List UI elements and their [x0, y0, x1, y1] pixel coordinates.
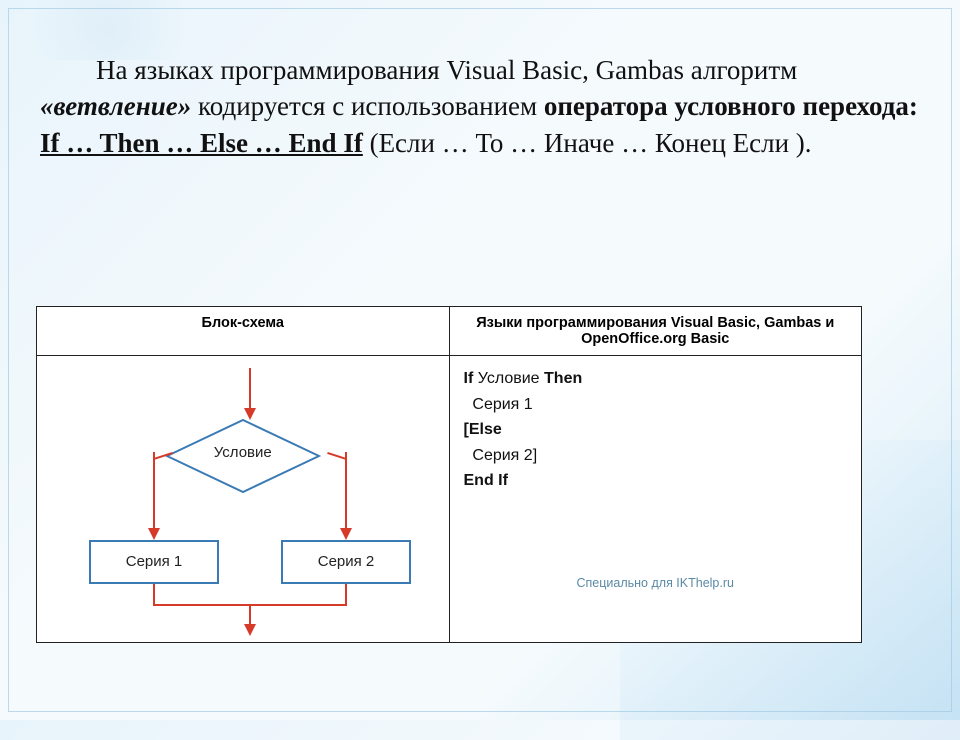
table-body-row: Условие Серия 1 Серия 2 If Условие Th — [37, 356, 862, 643]
header-languages: Языки программирования Visual Basic, Gam… — [449, 307, 862, 356]
block-series-2: Серия 2 — [281, 540, 411, 584]
paragraph: На языках программирования Visual Basic,… — [40, 52, 920, 161]
text-run-7: (Если … То … Иначе … Конец Если ). — [363, 128, 812, 158]
code-line-4: Серия 2] — [464, 443, 848, 469]
line-right-diag — [327, 452, 347, 460]
arrowhead-left — [148, 528, 160, 540]
arrowhead-exit — [244, 624, 256, 636]
flowchart-diagram: Условие Серия 1 Серия 2 — [45, 362, 441, 636]
arrowhead-right — [340, 528, 352, 540]
code-line-2: Серия 1 — [464, 392, 848, 418]
header-flowchart: Блок-схема — [37, 307, 450, 356]
credit-text: Специально для IKThelp.ru — [458, 576, 854, 590]
table-header-row: Блок-схема Языки программирования Visual… — [37, 307, 862, 356]
code-line-1: If Условие Then — [464, 366, 848, 392]
line-out-left-v — [153, 584, 155, 604]
text-operator: оператора условного перехода: — [544, 91, 918, 121]
text-branching: «ветвление» — [40, 91, 191, 121]
text-run-1: На языках программирования Visual Basic,… — [96, 55, 797, 85]
line-exit — [249, 604, 251, 626]
text-syntax: If … Then … Else … End If — [40, 128, 363, 158]
cell-code: If Условие Then Серия 1 [Else Серия 2] E… — [449, 356, 862, 643]
comparison-table: Блок-схема Языки программирования Visual… — [36, 306, 862, 643]
line-out-right-v — [345, 584, 347, 604]
decor-top-left — [0, 0, 220, 60]
block-series-1: Серия 1 — [89, 540, 219, 584]
code-line-3: [Else — [464, 417, 848, 443]
line-entry — [249, 368, 251, 410]
text-run-3: кодируется с использованием — [191, 91, 544, 121]
line-right-down — [345, 452, 347, 530]
condition-diamond: Условие — [165, 418, 321, 494]
code-line-5: End If — [464, 468, 848, 494]
condition-label: Условие — [165, 444, 321, 461]
code-block: If Условие Then Серия 1 [Else Серия 2] E… — [458, 362, 854, 496]
line-left-down — [153, 452, 155, 530]
cell-flowchart: Условие Серия 1 Серия 2 — [37, 356, 450, 643]
